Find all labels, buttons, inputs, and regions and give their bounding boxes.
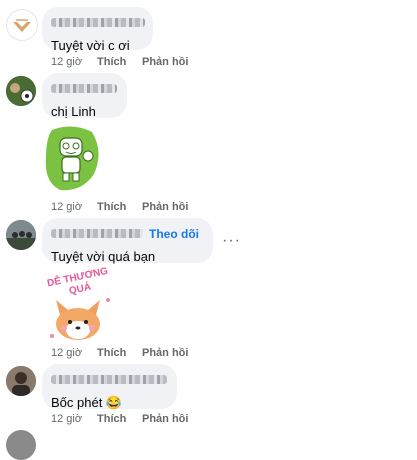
sticker[interactable] [42,124,102,199]
reply-button[interactable]: Phản hồi [142,201,188,213]
comment-bubble: chị Linh [42,73,127,119]
timestamp[interactable]: 12 giờ [51,201,97,213]
brand-logo-icon [13,19,31,32]
comment-text: chị Linh [51,104,96,119]
comment-bubble: Tuyệt vời c ơi [42,7,153,53]
avatar[interactable] [6,9,38,41]
avatar[interactable] [6,430,36,460]
like-button[interactable]: Thích [97,201,142,213]
reply-button[interactable]: Phản hồi [142,56,188,68]
follow-button[interactable]: Theo dõi [149,227,199,241]
robot-sticker-icon [45,126,99,191]
timestamp[interactable]: 12 giờ [51,347,97,359]
comment-actions: 12 giờ Thích Phản hồi [51,347,188,359]
sticker[interactable]: DỄ THƯƠNG QUÁ [42,266,114,347]
reply-button[interactable]: Phản hồi [142,347,188,359]
comment-bubble: Bốc phét 😂 [42,364,177,410]
comment-bubble: Theo dõi Tuyệt vời quá bạn [42,218,213,264]
comment-actions: 12 giờ Thích Phản hồi [51,201,188,213]
author-name[interactable] [51,84,117,93]
like-button[interactable]: Thích [97,413,142,425]
author-name[interactable] [51,18,145,27]
author-name[interactable] [51,375,167,384]
comment-actions: 12 giờ Thích Phản hồi [51,413,188,425]
person-photo-icon [6,366,36,396]
reply-button[interactable]: Phản hồi [142,413,188,425]
comment-text: Bốc phét 😂 [51,395,123,410]
comment-text: Tuyệt vời c ơi [51,38,130,53]
avatar[interactable] [6,220,36,250]
like-button[interactable]: Thích [97,347,142,359]
timestamp[interactable]: 12 giờ [51,413,97,425]
timestamp[interactable]: 12 giờ [51,56,97,68]
avatar[interactable] [6,366,36,396]
more-options-icon[interactable]: ··· [222,232,241,250]
author-name[interactable] [51,229,143,238]
group-photo-icon [6,220,36,250]
comment-text: Tuyệt vời quá bạn [51,249,156,264]
comment-actions: 12 giờ Thích Phản hồi [51,56,188,68]
soccer-ball-icon [6,76,36,106]
like-button[interactable]: Thích [97,56,142,68]
avatar[interactable] [6,76,36,106]
